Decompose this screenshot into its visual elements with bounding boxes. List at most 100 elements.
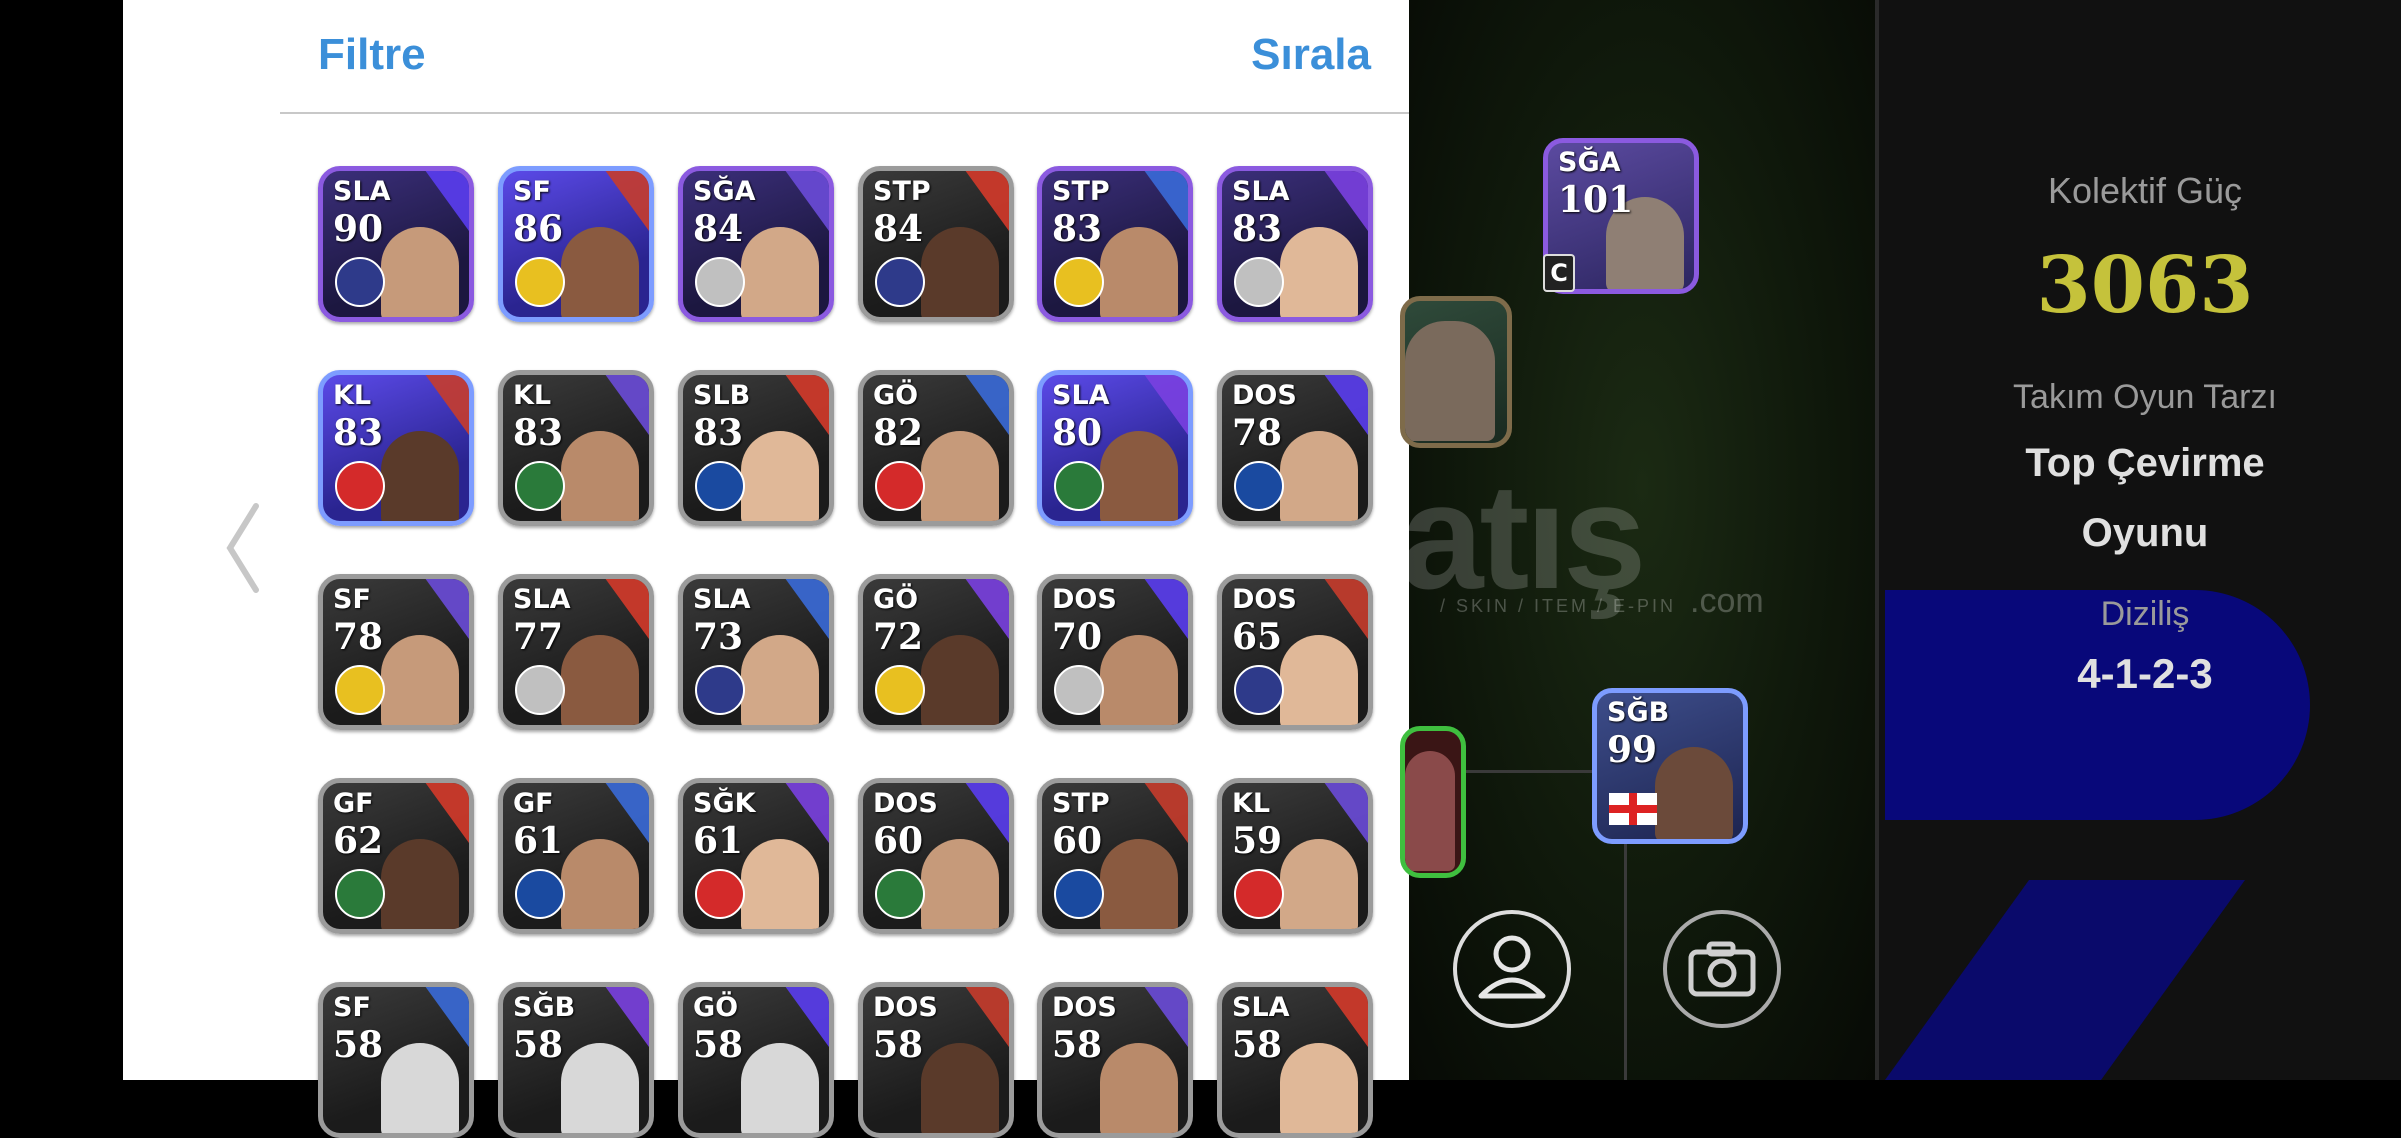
player-card[interactable]: GÖ 72 <box>858 574 1014 730</box>
player-card[interactable]: SLA 73 <box>678 574 834 730</box>
profile-button[interactable] <box>1453 910 1571 1028</box>
player-rating: 82 <box>873 412 924 454</box>
player-portrait <box>1655 747 1733 839</box>
player-rating: 58 <box>333 1024 384 1066</box>
card-accent <box>425 783 469 843</box>
player-rating: 83 <box>513 412 564 454</box>
player-position: DOS <box>1052 992 1117 1023</box>
card-accent <box>425 375 469 435</box>
player-rating: 61 <box>513 820 564 862</box>
player-rating: 99 <box>1607 729 1658 771</box>
card-accent <box>605 987 649 1047</box>
card-accent <box>1144 579 1188 639</box>
player-card[interactable]: SLB 83 <box>678 370 834 526</box>
player-card[interactable]: SLA 83 <box>1217 166 1373 322</box>
club-badge-icon <box>515 665 565 715</box>
player-card[interactable]: SF 86 <box>498 166 654 322</box>
player-card[interactable]: KL 83 <box>498 370 654 526</box>
filter-button[interactable]: Filtre <box>318 30 426 80</box>
player-position: SĞA <box>1558 147 1621 178</box>
player-card[interactable]: SĞA 84 <box>678 166 834 322</box>
player-portrait <box>381 1043 459 1133</box>
player-portrait <box>381 431 459 521</box>
player-portrait <box>561 635 639 725</box>
player-rating: 58 <box>1232 1024 1283 1066</box>
player-card[interactable]: DOS 70 <box>1037 574 1193 730</box>
card-accent <box>785 375 829 435</box>
club-badge-icon <box>515 257 565 307</box>
player-card[interactable]: DOS 78 <box>1217 370 1373 526</box>
club-badge-icon <box>695 461 745 511</box>
player-rating: 58 <box>693 1024 744 1066</box>
player-rating: 59 <box>1232 820 1283 862</box>
club-badge-icon <box>1234 461 1284 511</box>
screenshot-button[interactable] <box>1663 910 1781 1028</box>
sort-button[interactable]: Sırala <box>1251 30 1371 80</box>
player-card[interactable]: GÖ 58 <box>678 982 834 1138</box>
card-accent <box>785 171 829 231</box>
player-card[interactable]: DOS 60 <box>858 778 1014 934</box>
player-rating: 84 <box>693 208 744 250</box>
player-rating: 78 <box>333 616 384 658</box>
player-portrait <box>741 839 819 929</box>
watermark-subtitle: / SKIN / ITEM / E-PIN <box>1440 596 1677 616</box>
card-accent <box>965 987 1009 1047</box>
player-rating: 86 <box>513 208 564 250</box>
player-card[interactable]: GF 61 <box>498 778 654 934</box>
card-accent <box>1324 987 1368 1047</box>
card-accent <box>1144 987 1188 1047</box>
player-card[interactable]: KL 59 <box>1217 778 1373 934</box>
club-badge-icon <box>1234 257 1284 307</box>
player-rating: 62 <box>333 820 384 862</box>
club-badge-icon <box>335 461 385 511</box>
player-card[interactable]: STP 84 <box>858 166 1014 322</box>
player-rating: 58 <box>873 1024 924 1066</box>
player-rating: 58 <box>513 1024 564 1066</box>
player-card[interactable]: SF 78 <box>318 574 474 730</box>
player-rating: 73 <box>693 616 744 658</box>
player-card[interactable]: KL 83 <box>318 370 474 526</box>
player-portrait <box>561 1043 639 1133</box>
player-card[interactable]: STP 83 <box>1037 166 1193 322</box>
player-card[interactable]: GÖ 82 <box>858 370 1014 526</box>
player-portrait <box>921 839 999 929</box>
player-card[interactable]: SĞK 61 <box>678 778 834 934</box>
player-card[interactable]: SLA 58 <box>1217 982 1373 1138</box>
card-accent <box>1324 579 1368 639</box>
player-card[interactable]: DOS 58 <box>1037 982 1193 1138</box>
player-card[interactable]: STP 60 <box>1037 778 1193 934</box>
formation-value[interactable]: 4-1-2-3 <box>1875 650 2401 698</box>
player-portrait <box>561 839 639 929</box>
player-portrait <box>381 635 459 725</box>
player-rating: 65 <box>1232 616 1283 658</box>
player-position: DOS <box>873 788 938 819</box>
player-card[interactable]: SĞB 58 <box>498 982 654 1138</box>
player-card[interactable]: SLA 77 <box>498 574 654 730</box>
player-card[interactable]: SLA 90 <box>318 166 474 322</box>
watermark-domain: .com <box>1690 582 1764 620</box>
user-icon <box>1478 935 1546 999</box>
player-rating: 101 <box>1558 179 1634 221</box>
player-position: SLA <box>1052 380 1110 411</box>
pitch-player-card[interactable] <box>1400 726 1466 878</box>
player-position: KL <box>1232 788 1271 819</box>
card-accent <box>785 987 829 1047</box>
player-position: DOS <box>1052 584 1117 615</box>
player-portrait <box>381 227 459 317</box>
player-card[interactable]: DOS 58 <box>858 982 1014 1138</box>
player-card[interactable]: SF 58 <box>318 982 474 1138</box>
club-badge-icon <box>335 665 385 715</box>
player-card[interactable]: SLA 80 <box>1037 370 1193 526</box>
card-accent <box>965 171 1009 231</box>
camera-icon <box>1688 941 1756 997</box>
player-card[interactable]: DOS 65 <box>1217 574 1373 730</box>
pitch-player-card[interactable] <box>1400 296 1512 448</box>
player-portrait <box>1280 1043 1358 1133</box>
pitch-player-card-right[interactable]: SĞB 99 <box>1592 688 1748 844</box>
player-position: GÖ <box>873 584 919 615</box>
player-card[interactable]: GF 62 <box>318 778 474 934</box>
player-rating: 58 <box>1052 1024 1103 1066</box>
player-portrait <box>381 839 459 929</box>
card-accent <box>425 579 469 639</box>
chevron-left-icon[interactable] <box>222 500 262 596</box>
